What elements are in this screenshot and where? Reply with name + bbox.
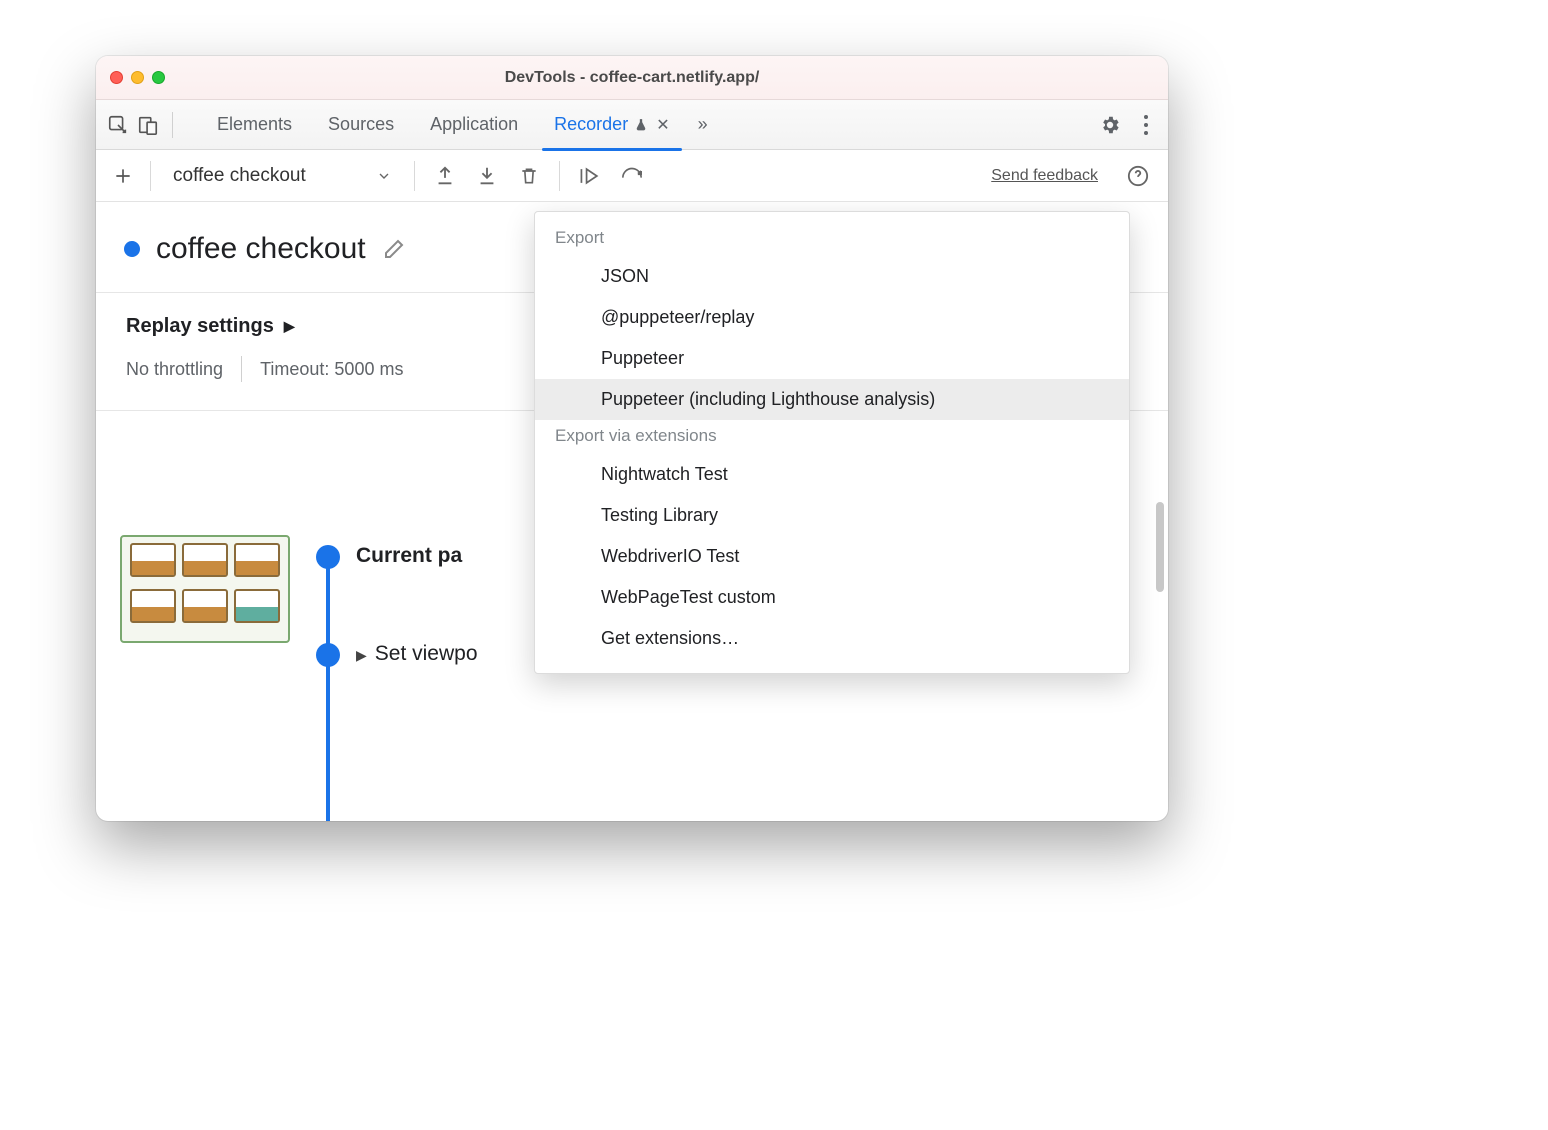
- tab-sources[interactable]: Sources: [310, 100, 412, 150]
- throttling-value: No throttling: [126, 359, 223, 380]
- recording-selector-value: coffee checkout: [173, 165, 306, 187]
- tab-elements-label: Elements: [217, 114, 292, 135]
- export-webpagetest[interactable]: WebPageTest custom: [535, 577, 1129, 618]
- step-set-viewport[interactable]: ▶ Set viewpo: [356, 642, 478, 666]
- export-puppeteer[interactable]: Puppeteer: [535, 338, 1129, 379]
- tab-application[interactable]: Application: [412, 100, 536, 150]
- tab-sources-label: Sources: [328, 114, 394, 135]
- send-feedback-link[interactable]: Send feedback: [991, 167, 1098, 185]
- export-nightwatch[interactable]: Nightwatch Test: [535, 454, 1129, 495]
- inspect-element-icon[interactable]: [106, 113, 130, 137]
- more-tabs-icon[interactable]: »: [688, 114, 718, 135]
- export-button[interactable]: [429, 160, 461, 192]
- import-button[interactable]: [471, 160, 503, 192]
- device-toolbar-icon[interactable]: [136, 113, 160, 137]
- help-icon[interactable]: [1122, 160, 1154, 192]
- separator: [241, 356, 242, 382]
- export-menu: Export JSON @puppeteer/replay Puppeteer …: [534, 211, 1130, 674]
- replay-settings-label: Replay settings: [126, 315, 274, 338]
- recorder-body: coffee checkout Replay settings ▶ No thr…: [96, 202, 1168, 821]
- separator: [172, 112, 173, 138]
- delete-button[interactable]: [513, 160, 545, 192]
- tab-recorder-label: Recorder: [554, 114, 628, 135]
- scrollbar-thumb[interactable]: [1156, 502, 1164, 592]
- caret-right-icon: ▶: [284, 318, 295, 335]
- step-label-text: Set viewpo: [375, 642, 478, 665]
- more-menu-icon[interactable]: [1134, 113, 1158, 137]
- timeline-node[interactable]: [316, 643, 340, 667]
- separator: [150, 161, 151, 191]
- timeline-node[interactable]: [316, 545, 340, 569]
- step-label-text: Current pa: [356, 544, 462, 567]
- export-webdriverio[interactable]: WebdriverIO Test: [535, 536, 1129, 577]
- recording-selector[interactable]: coffee checkout: [165, 165, 400, 187]
- separator: [559, 161, 560, 191]
- export-testing-library[interactable]: Testing Library: [535, 495, 1129, 536]
- panel-tabstrip: Elements Sources Application Recorder ✕ …: [96, 100, 1168, 150]
- timeout-value: Timeout: 5000 ms: [260, 359, 403, 380]
- flask-icon: [634, 117, 648, 133]
- settings-gear-icon[interactable]: [1098, 113, 1122, 137]
- step-current-page[interactable]: Current pa: [356, 544, 462, 568]
- devtools-window: DevTools - coffee-cart.netlify.app/ Elem…: [96, 56, 1168, 821]
- panel-tabs: Elements Sources Application Recorder ✕ …: [199, 100, 1092, 150]
- page-thumbnail: [120, 535, 290, 643]
- titlebar: DevTools - coffee-cart.netlify.app/: [96, 56, 1168, 100]
- recording-status-dot-icon: [124, 241, 140, 257]
- step-button[interactable]: [574, 160, 606, 192]
- recording-name: coffee checkout: [156, 232, 366, 266]
- export-puppeteer-replay[interactable]: @puppeteer/replay: [535, 297, 1129, 338]
- export-extensions-section-header: Export via extensions: [535, 420, 1129, 454]
- tab-elements[interactable]: Elements: [199, 100, 310, 150]
- export-section-header: Export: [535, 222, 1129, 256]
- replay-speed-button[interactable]: [616, 160, 648, 192]
- new-recording-button[interactable]: [110, 163, 136, 189]
- chevron-down-icon: [376, 168, 392, 184]
- tab-application-label: Application: [430, 114, 518, 135]
- separator: [414, 161, 415, 191]
- export-puppeteer-lighthouse[interactable]: Puppeteer (including Lighthouse analysis…: [535, 379, 1129, 420]
- caret-right-icon: ▶: [356, 647, 367, 663]
- window-title: DevTools - coffee-cart.netlify.app/: [96, 69, 1168, 87]
- export-get-extensions[interactable]: Get extensions…: [535, 618, 1129, 659]
- edit-name-button[interactable]: [382, 237, 406, 261]
- export-json[interactable]: JSON: [535, 256, 1129, 297]
- recorder-toolbar: coffee checkout Send feedback: [96, 150, 1168, 202]
- close-tab-icon[interactable]: ✕: [656, 115, 669, 135]
- tab-recorder[interactable]: Recorder ✕: [536, 100, 687, 150]
